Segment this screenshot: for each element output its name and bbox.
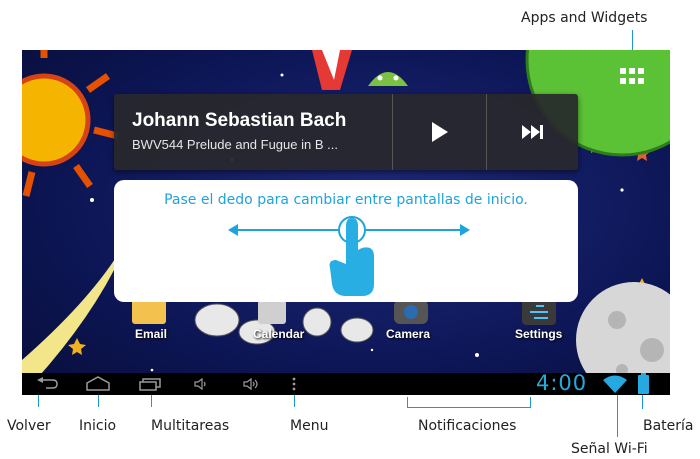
annotation-menu: Menu [290,418,329,434]
annotation-line-wifi [617,395,618,437]
home-icon[interactable] [85,376,111,391]
app-email-label[interactable]: Email [135,327,167,341]
annotation-line-bateria [642,395,643,409]
battery-icon [638,373,649,394]
annotation-apps-widgets: Apps and Widgets [521,10,648,26]
sun-decoration [22,50,119,197]
play-button[interactable] [393,94,486,170]
annotation-volver: Volver [7,418,51,434]
annotation-line-inicio [98,395,99,407]
swipe-hint-text: Pase el dedo para cambiar entre pantalla… [164,192,528,208]
apps-grid-icon[interactable] [620,68,644,86]
annotation-line-volver [38,395,39,407]
back-icon[interactable] [36,377,58,391]
menu-icon[interactable] [292,377,296,391]
annotation-line-multitareas [151,395,152,407]
volume-up-icon[interactable] [243,377,261,391]
app-camera-label[interactable]: Camera [386,327,430,341]
annotation-bracket-left [407,397,408,408]
annotation-bateria: Batería [643,418,694,434]
home-screen[interactable]: Johann Sebastian Bach BWV544 Prelude and… [22,50,670,395]
swipe-gesture-icon [228,216,470,296]
system-bar: 4:00 [22,371,670,395]
track-title: BWV544 Prelude and Fugue in B ... [132,137,338,152]
skip-next-icon [521,125,543,139]
wifi-icon [603,375,627,393]
annotation-bracket-right [530,397,531,408]
app-calendar-label[interactable]: Calendar [253,327,304,341]
swipe-hint-overlay: Pase el dedo para cambiar entre pantalla… [114,180,578,302]
annotation-line-menu [294,395,295,407]
status-clock: 4:00 [536,371,588,395]
annotation-multitareas: Multitareas [151,418,230,434]
annotation-senal-wifi: Señal Wi-Fi [571,441,648,457]
play-icon [431,122,448,142]
volume-down-icon[interactable] [194,378,208,390]
track-artist: Johann Sebastian Bach [132,110,347,131]
annotation-notificaciones: Notificaciones [418,418,517,434]
app-settings-label[interactable]: Settings [515,327,562,341]
music-widget[interactable]: Johann Sebastian Bach BWV544 Prelude and… [114,94,578,170]
annotation-inicio: Inicio [79,418,117,434]
recent-apps-icon[interactable] [139,377,161,391]
annotation-bracket-notificaciones [407,407,531,408]
next-button[interactable] [487,94,578,170]
